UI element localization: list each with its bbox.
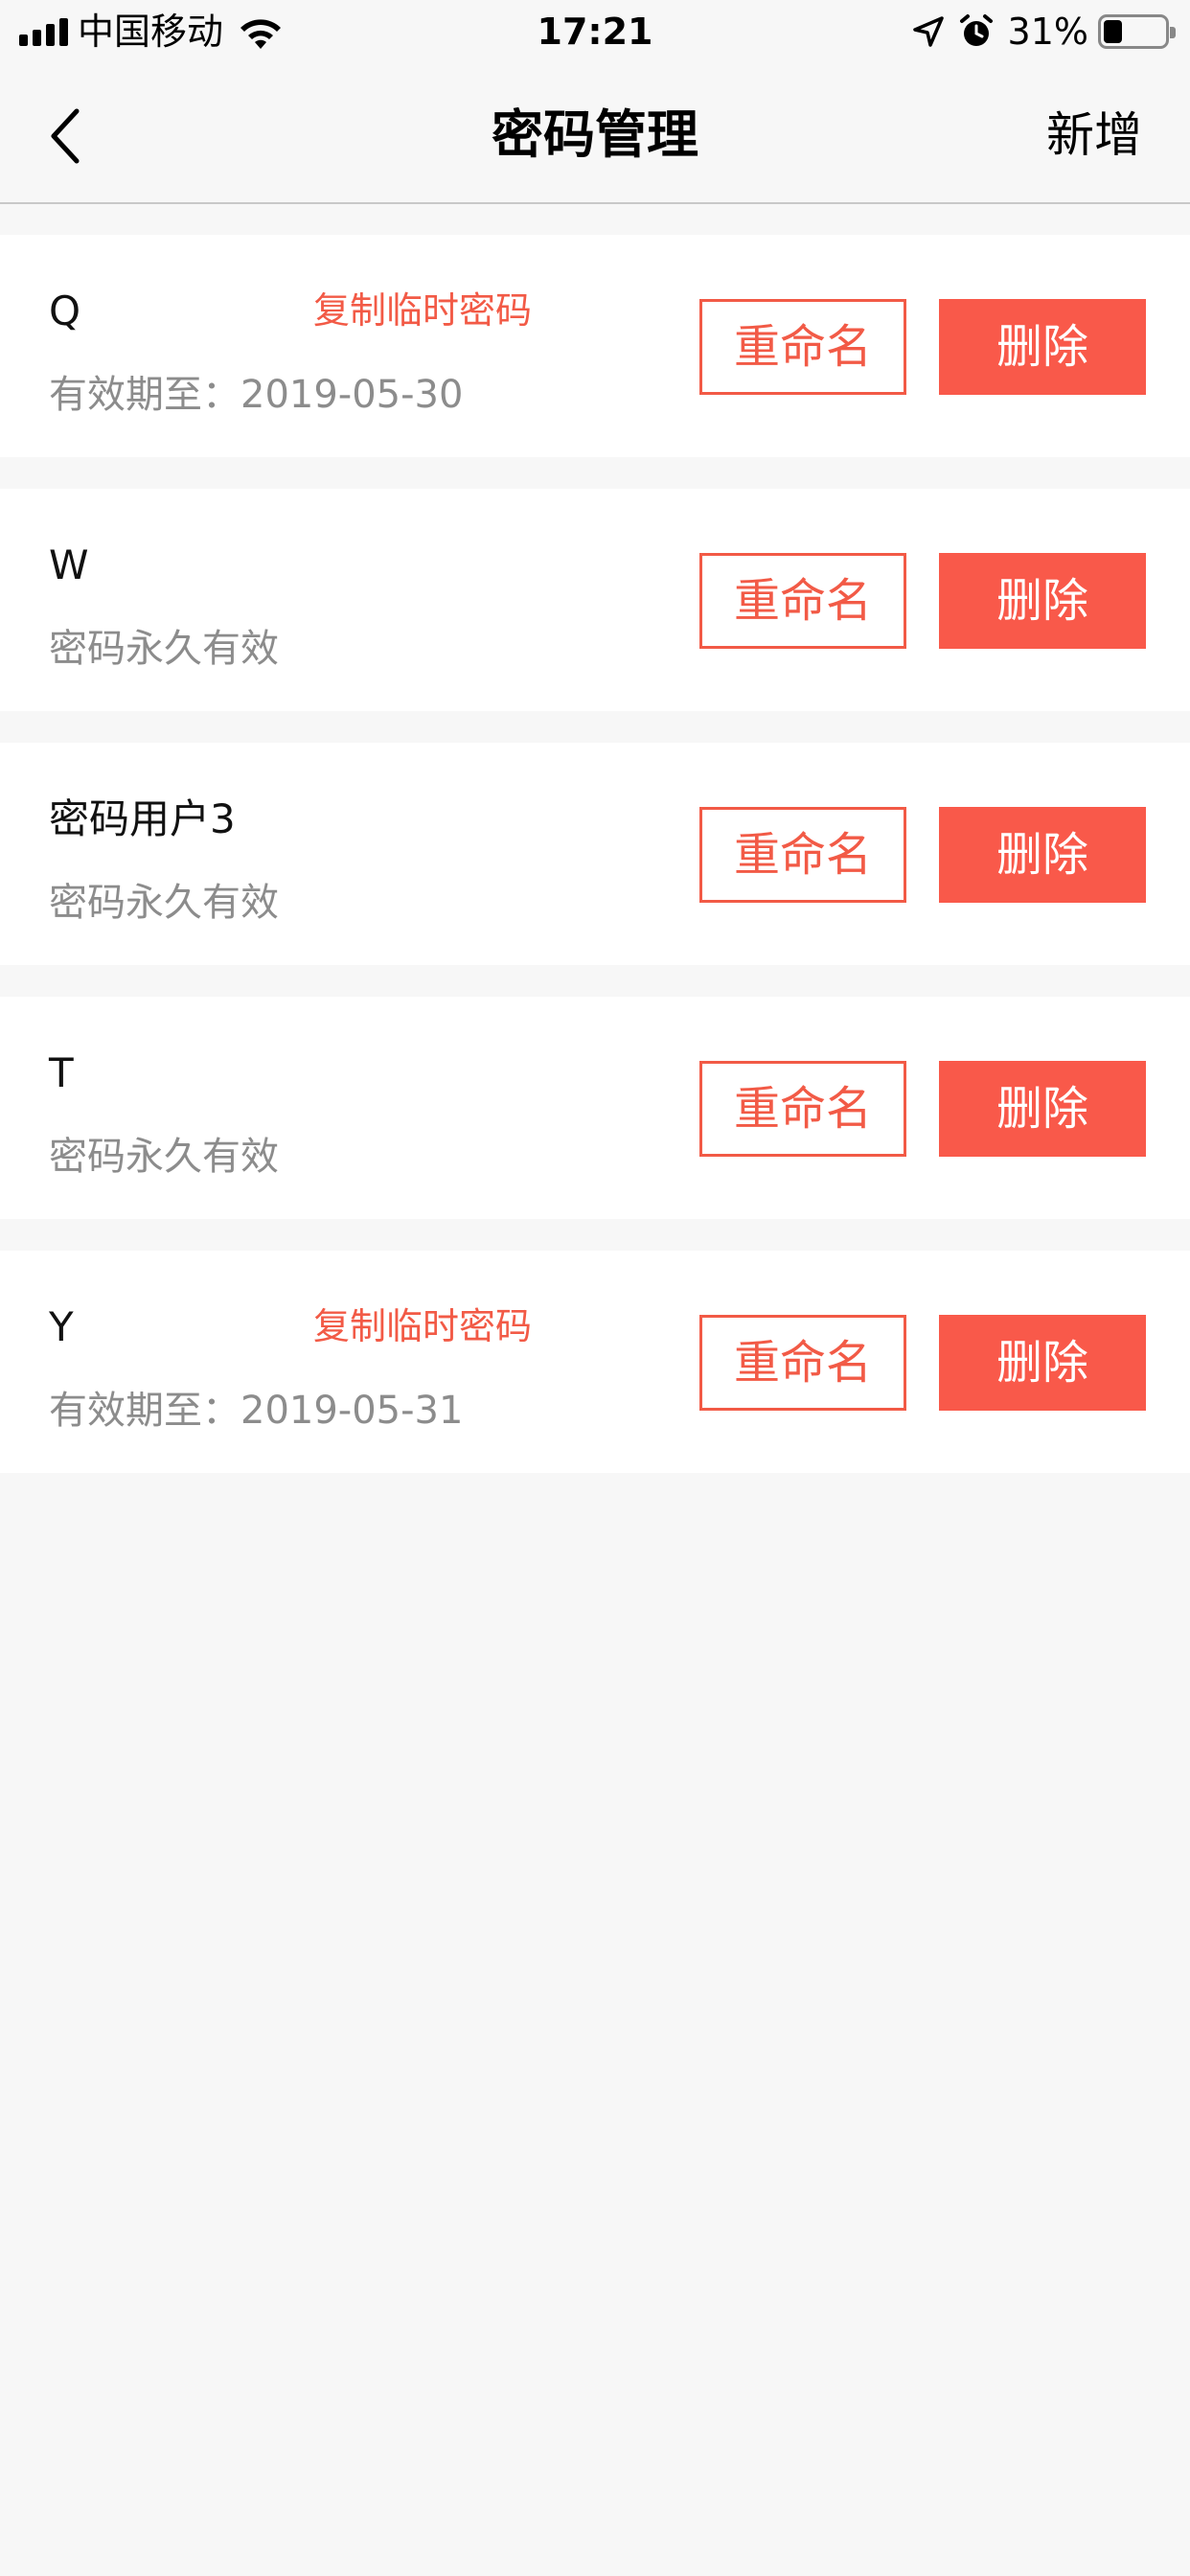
rename-button[interactable]: 重命名 bbox=[699, 553, 906, 649]
rename-button[interactable]: 重命名 bbox=[699, 299, 906, 395]
validity-text: 密码永久有效 bbox=[49, 881, 279, 925]
password-name: Q bbox=[49, 288, 81, 334]
rename-button[interactable]: 重命名 bbox=[699, 1315, 906, 1411]
location-arrow-icon bbox=[912, 16, 944, 47]
list-item: Y 复制临时密码 有效期至：2019-05-31 重命名 删除 bbox=[0, 1251, 1190, 1473]
list-item: Q 复制临时密码 有效期至：2019-05-30 重命名 删除 bbox=[0, 235, 1190, 457]
password-name: T bbox=[49, 1049, 74, 1096]
password-name: Y bbox=[49, 1303, 74, 1350]
copy-temp-password-link[interactable]: 复制临时密码 bbox=[313, 287, 532, 334]
validity-text: 有效期至：2019-05-31 bbox=[49, 1389, 464, 1433]
page-title: 密码管理 bbox=[492, 104, 698, 165]
delete-button[interactable]: 删除 bbox=[939, 807, 1146, 903]
delete-button[interactable]: 删除 bbox=[939, 1315, 1146, 1411]
status-bar: 中国移动 17:21 31% bbox=[0, 0, 1190, 63]
copy-temp-password-link[interactable]: 复制临时密码 bbox=[313, 1302, 532, 1350]
alarm-icon bbox=[959, 14, 993, 46]
battery-percent: 31% bbox=[1007, 11, 1088, 53]
delete-button[interactable]: 删除 bbox=[939, 1061, 1146, 1157]
validity-text: 有效期至：2019-05-30 bbox=[49, 373, 464, 417]
status-right: 31% bbox=[912, 10, 1176, 54]
delete-button[interactable]: 删除 bbox=[939, 299, 1146, 395]
password-name: 密码用户3 bbox=[49, 795, 236, 842]
nav-bar: 密码管理 新增 bbox=[0, 63, 1190, 204]
screen: 中国移动 17:21 31% 密码管理 新增 Q 复制临时密码 有效期至：201… bbox=[0, 0, 1190, 2576]
rename-button[interactable]: 重命名 bbox=[699, 807, 906, 903]
add-button[interactable]: 新增 bbox=[1046, 102, 1142, 169]
password-list: Q 复制临时密码 有效期至：2019-05-30 重命名 删除 W 密码永久有效… bbox=[0, 235, 1190, 1505]
battery-level bbox=[1104, 20, 1123, 43]
list-item: W 密码永久有效 重命名 删除 bbox=[0, 489, 1190, 711]
validity-text: 密码永久有效 bbox=[49, 627, 279, 671]
battery-icon bbox=[1098, 14, 1176, 49]
list-item: T 密码永久有效 重命名 删除 bbox=[0, 997, 1190, 1219]
list-item: 密码用户3 密码永久有效 重命名 删除 bbox=[0, 743, 1190, 965]
delete-button[interactable]: 删除 bbox=[939, 553, 1146, 649]
validity-text: 密码永久有效 bbox=[49, 1135, 279, 1179]
rename-button[interactable]: 重命名 bbox=[699, 1061, 906, 1157]
password-name: W bbox=[49, 541, 89, 588]
